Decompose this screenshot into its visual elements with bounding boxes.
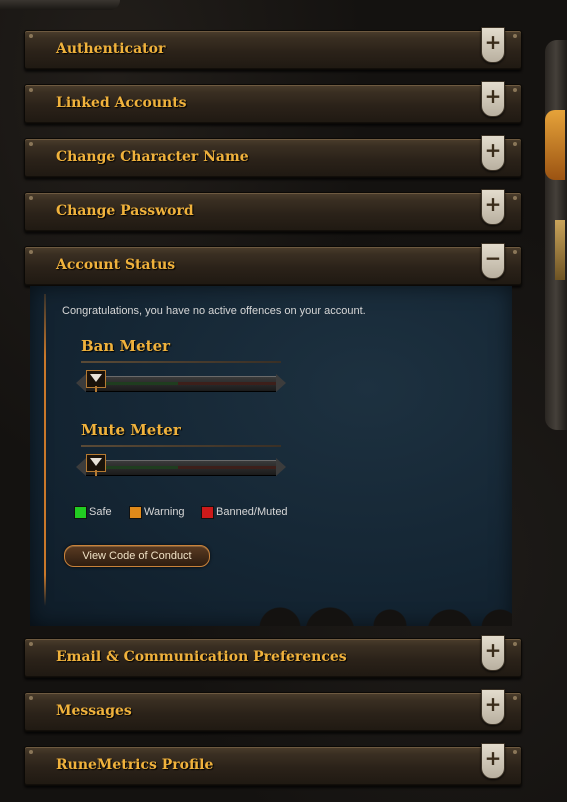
safe-swatch [74, 506, 87, 519]
mute-meter [76, 454, 286, 476]
legend-label: Safe [89, 506, 112, 518]
mute-meter-divider [81, 445, 281, 447]
panel-rail [44, 294, 46, 606]
meter-cap-left [76, 458, 86, 476]
collapse-button[interactable]: − [481, 243, 505, 279]
meter-warning-zone [178, 382, 278, 385]
section-messages[interactable]: Messages + [24, 689, 522, 732]
section-title: Change Character Name [56, 149, 249, 165]
expand-button[interactable]: + [481, 689, 505, 725]
section-title: Messages [56, 703, 132, 719]
plus-icon: + [484, 84, 502, 108]
meter-cap-right [276, 458, 286, 476]
plus-icon: + [484, 746, 502, 770]
section-title: Linked Accounts [56, 95, 187, 111]
ban-meter-title: Ban Meter [81, 337, 171, 355]
expand-button[interactable]: + [481, 135, 505, 171]
mute-meter-title: Mute Meter [81, 421, 181, 439]
warning-swatch [129, 506, 142, 519]
legend-label: Warning [144, 506, 185, 518]
status-notice: Congratulations, you have no active offe… [62, 305, 366, 317]
section-email-preferences[interactable]: Email & Communication Preferences + [24, 635, 522, 678]
side-ornament [543, 40, 567, 430]
account-status-panel: Congratulations, you have no active offe… [30, 286, 512, 626]
ban-meter-divider [81, 361, 281, 363]
plus-icon: + [484, 192, 502, 216]
meter-warning-zone [178, 466, 278, 469]
section-title: Authenticator [56, 41, 166, 57]
expand-button[interactable]: + [481, 81, 505, 117]
plus-icon: + [484, 692, 502, 716]
plus-icon: + [484, 138, 502, 162]
meter-cap-right [276, 374, 286, 392]
expand-button[interactable]: + [481, 189, 505, 225]
expand-button[interactable]: + [481, 743, 505, 779]
meter-cap-left [76, 374, 86, 392]
panel-torn-edge [30, 582, 512, 626]
top-ornament [0, 0, 120, 10]
plus-icon: + [484, 638, 502, 662]
section-title: Email & Communication Preferences [56, 649, 347, 665]
view-code-of-conduct-button[interactable]: View Code of Conduct [64, 545, 210, 567]
section-title: RuneMetrics Profile [56, 757, 214, 773]
expand-button[interactable]: + [481, 635, 505, 671]
section-title: Account Status [56, 257, 176, 273]
section-account-status[interactable]: Account Status − [24, 243, 522, 286]
section-change-password[interactable]: Change Password + [24, 189, 522, 232]
section-runemetrics-profile[interactable]: RuneMetrics Profile + [24, 743, 522, 786]
ban-meter [76, 370, 286, 392]
banned-swatch [201, 506, 214, 519]
legend-label: Banned/Muted [216, 506, 288, 518]
meter-pointer-pin [95, 386, 97, 392]
expand-button[interactable]: + [481, 27, 505, 63]
section-authenticator[interactable]: Authenticator + [24, 27, 522, 70]
section-linked-accounts[interactable]: Linked Accounts + [24, 81, 522, 124]
ornament-flame [545, 110, 565, 180]
ornament-blade [555, 220, 565, 280]
section-title: Change Password [56, 203, 194, 219]
minus-icon: − [484, 246, 502, 270]
plus-icon: + [484, 30, 502, 54]
meter-pointer-pin [95, 470, 97, 476]
section-change-character-name[interactable]: Change Character Name + [24, 135, 522, 178]
